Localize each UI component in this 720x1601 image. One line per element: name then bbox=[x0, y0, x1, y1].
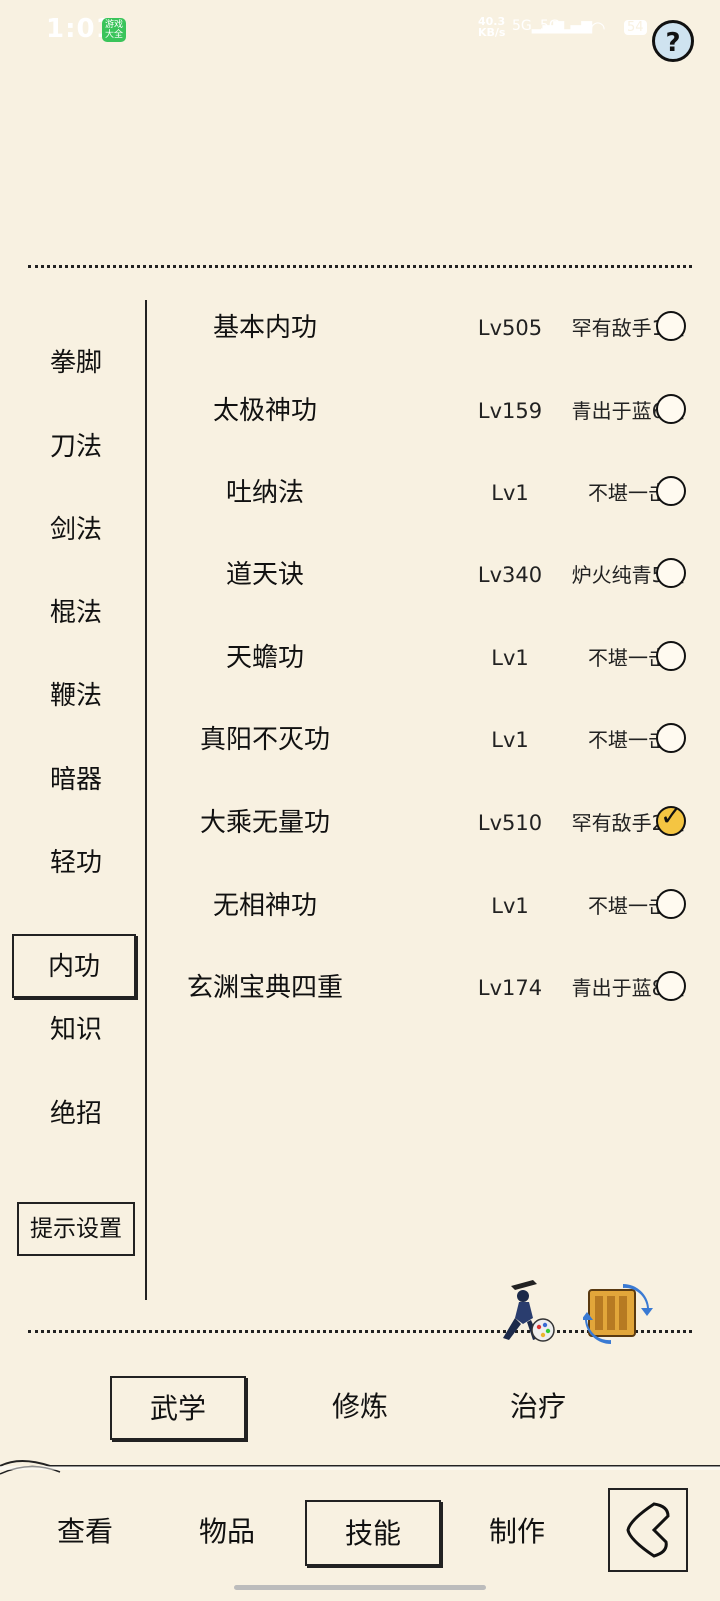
skill-level: Lv340 bbox=[477, 563, 543, 587]
skill-radio[interactable] bbox=[656, 311, 686, 341]
scroll-swap-icon[interactable] bbox=[583, 1282, 653, 1346]
wifi-icon: ◠ bbox=[590, 18, 606, 39]
skill-name: 道天诀 bbox=[225, 560, 304, 590]
sidebar-item-daofa[interactable]: 刀法 bbox=[20, 419, 132, 475]
skill-level: Lv1 bbox=[491, 894, 529, 918]
sidebar-item-anqi[interactable]: 暗器 bbox=[20, 752, 132, 808]
skill-row[interactable]: 真阳不灭功 Lv1 不堪一击 bbox=[150, 710, 710, 770]
martial-artist-icon[interactable] bbox=[493, 1278, 561, 1346]
sidebar-item-zhishi[interactable]: 知识 bbox=[20, 1002, 132, 1058]
skill-level: Lv505 bbox=[477, 316, 543, 340]
help-button[interactable]: ? bbox=[652, 20, 694, 62]
status-bar: 1:01 游戏大全 40.3 KB/s 5G▂▄▆ 5G▂▄▆ ◠ 54 bbox=[0, 0, 720, 62]
skill-row[interactable]: 天蟾功 Lv1 不堪一击 bbox=[150, 628, 710, 688]
app-badge-icon: 游戏大全 bbox=[102, 18, 126, 42]
skill-radio-checked[interactable] bbox=[656, 801, 686, 836]
skill-level: Lv1 bbox=[491, 728, 529, 752]
battery-icon: 54 bbox=[624, 20, 647, 35]
sidebar-item-quanjiao[interactable]: 拳脚 bbox=[20, 335, 132, 391]
signal-2-label: 5G bbox=[540, 18, 560, 34]
skill-radio[interactable] bbox=[656, 558, 686, 588]
back-button[interactable] bbox=[608, 1488, 688, 1572]
skill-radio[interactable] bbox=[656, 889, 686, 919]
sidebar-item-jianfa[interactable]: 剑法 bbox=[20, 502, 132, 558]
skill-level: Lv510 bbox=[477, 811, 543, 835]
skill-row[interactable]: 基本内功 Lv505 罕有敌手1重 bbox=[150, 298, 710, 358]
sidebar-item-gunfa[interactable]: 棍法 bbox=[20, 585, 132, 641]
sidebar-item-bianfa[interactable]: 鞭法 bbox=[20, 668, 132, 724]
skill-level: Lv1 bbox=[491, 646, 529, 670]
skill-name: 无相神功 bbox=[212, 891, 317, 921]
top-divider bbox=[28, 265, 692, 268]
nav-jineng[interactable]: 技能 bbox=[305, 1500, 441, 1566]
skill-name: 大乘无量功 bbox=[199, 808, 330, 838]
skill-radio[interactable] bbox=[656, 394, 686, 424]
skill-level: Lv174 bbox=[477, 976, 543, 1000]
nav-zhizuo[interactable]: 制作 bbox=[452, 1500, 582, 1566]
skill-name: 吐纳法 bbox=[225, 478, 304, 508]
skill-radio[interactable] bbox=[656, 971, 686, 1001]
sidebar-item-qinggong[interactable]: 轻功 bbox=[20, 835, 132, 891]
home-indicator[interactable] bbox=[234, 1585, 486, 1590]
skill-name: 天蟾功 bbox=[225, 643, 304, 673]
network-speed: 40.3 KB/s bbox=[478, 16, 505, 38]
skill-radio[interactable] bbox=[656, 476, 686, 506]
skill-row[interactable]: 玄渊宝典四重 Lv174 青出于蓝8重 bbox=[150, 958, 710, 1018]
back-arrow-icon bbox=[626, 1502, 670, 1558]
skill-row[interactable]: 大乘无量功 Lv510 罕有敌手2重 bbox=[150, 793, 710, 853]
sidebar-item-juezhao[interactable]: 绝招 bbox=[20, 1086, 132, 1142]
sidebar-item-neigong[interactable]: 内功 bbox=[12, 934, 136, 998]
skill-name: 基本内功 bbox=[212, 313, 317, 343]
network-speed-unit: KB/s bbox=[478, 26, 506, 39]
skill-name: 太极神功 bbox=[212, 396, 317, 426]
skill-row[interactable]: 太极神功 Lv159 青出于蓝6重 bbox=[150, 381, 710, 441]
sidebar-divider bbox=[145, 300, 147, 1300]
skill-row[interactable]: 吐纳法 Lv1 不堪一击 bbox=[150, 463, 710, 523]
nav-chakan[interactable]: 查看 bbox=[20, 1500, 150, 1566]
skill-name: 真阳不灭功 bbox=[199, 725, 330, 755]
hint-settings-button[interactable]: 提示设置 bbox=[17, 1202, 135, 1256]
tab-zhiliao[interactable]: 治疗 bbox=[470, 1376, 606, 1440]
skill-level: Lv1 bbox=[491, 481, 529, 505]
skill-radio[interactable] bbox=[656, 723, 686, 753]
tab-wuxue[interactable]: 武学 bbox=[110, 1376, 246, 1440]
skill-row[interactable]: 无相神功 Lv1 不堪一击 bbox=[150, 876, 710, 936]
skill-radio[interactable] bbox=[656, 641, 686, 671]
tab-xiulian[interactable]: 修炼 bbox=[292, 1376, 428, 1440]
skill-row[interactable]: 道天诀 Lv340 炉火纯青5重 bbox=[150, 545, 710, 605]
nav-wupin[interactable]: 物品 bbox=[162, 1500, 292, 1566]
skill-level: Lv159 bbox=[477, 399, 543, 423]
signal-5g-2-icon: 5G▂▄▆ bbox=[540, 18, 593, 34]
signal-1-label: 5G bbox=[512, 18, 532, 34]
skill-name: 玄渊宝典四重 bbox=[186, 973, 343, 1003]
